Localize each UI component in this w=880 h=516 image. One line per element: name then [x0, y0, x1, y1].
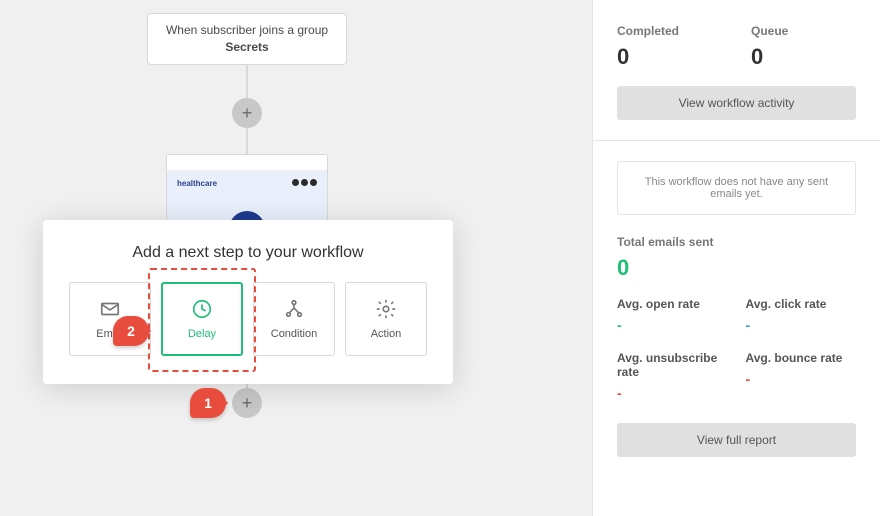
connector-line — [246, 128, 248, 156]
unsub-rate-label: Avg. unsubscribe rate — [617, 351, 728, 379]
step-option-label: Action — [371, 328, 402, 340]
bounce-rate-value: - — [746, 371, 857, 387]
stat-bounce-rate: Avg. bounce rate - — [746, 351, 857, 401]
total-sent-block: Total emails sent 0 — [593, 235, 880, 297]
annotation-marker-2: 2 — [113, 316, 149, 346]
trigger-text: When subscriber joins a group — [166, 22, 328, 39]
step-option-action[interactable]: Action — [345, 282, 427, 356]
queue-value: 0 — [751, 44, 788, 70]
total-sent-label: Total emails sent — [617, 235, 856, 249]
stat-click-rate: Avg. click rate - — [746, 297, 857, 333]
completed-value: 0 — [617, 44, 679, 70]
view-activity-button[interactable]: View workflow activity — [617, 86, 856, 120]
completed-label: Completed — [617, 24, 679, 38]
branch-icon — [283, 298, 305, 320]
connector-line — [246, 65, 248, 98]
stat-unsub-rate: Avg. unsubscribe rate - — [617, 351, 728, 401]
open-rate-label: Avg. open rate — [617, 297, 728, 311]
stats-top-row: Completed 0 Queue 0 — [593, 0, 880, 86]
view-report-button[interactable]: View full report — [617, 423, 856, 457]
step-option-condition[interactable]: Condition — [253, 282, 335, 356]
trigger-group-name: Secrets — [225, 39, 268, 56]
plus-icon: + — [242, 393, 253, 414]
workflow-canvas: When subscriber joins a group Secrets + … — [0, 0, 592, 516]
open-rate-value: - — [617, 317, 728, 333]
trigger-card[interactable]: When subscriber joins a group Secrets — [147, 13, 347, 65]
step-option-label: Delay — [188, 328, 216, 340]
queue-label: Queue — [751, 24, 788, 38]
clock-icon — [191, 298, 213, 320]
bounce-rate-label: Avg. bounce rate — [746, 351, 857, 365]
gear-icon — [375, 298, 397, 320]
unsub-rate-value: - — [617, 385, 728, 401]
add-step-button[interactable]: + — [232, 388, 262, 418]
rates-grid: Avg. open rate - Avg. click rate - Avg. … — [593, 297, 880, 401]
stat-completed: Completed 0 — [617, 24, 679, 70]
email-preview-header — [167, 155, 327, 171]
total-sent-value: 0 — [617, 255, 856, 281]
add-step-button[interactable]: + — [232, 98, 262, 128]
envelope-icon — [99, 298, 121, 320]
divider — [593, 140, 880, 141]
social-icons — [292, 179, 317, 186]
sidebar-panel: Completed 0 Queue 0 View workflow activi… — [592, 0, 880, 516]
stat-queue: Queue 0 — [751, 24, 788, 70]
no-emails-notice: This workflow does not have any sent ema… — [617, 161, 856, 215]
click-rate-value: - — [746, 317, 857, 333]
stat-open-rate: Avg. open rate - — [617, 297, 728, 333]
click-rate-label: Avg. click rate — [746, 297, 857, 311]
add-step-popup: Add a next step to your workflow Email D… — [43, 220, 453, 384]
annotation-marker-1: 1 — [190, 388, 226, 418]
plus-icon: + — [242, 103, 253, 124]
step-option-label: Condition — [271, 328, 317, 340]
step-option-delay[interactable]: Delay — [161, 282, 243, 356]
popup-title: Add a next step to your workflow — [67, 244, 429, 262]
